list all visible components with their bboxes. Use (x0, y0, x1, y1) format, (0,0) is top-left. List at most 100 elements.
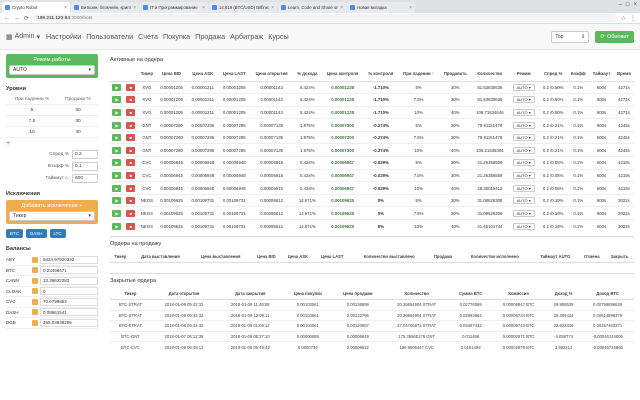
play-button[interactable]: ▶ (112, 121, 122, 129)
nav-arbitrage[interactable]: Арбитраж (230, 32, 263, 41)
stop-button[interactable]: ■ (126, 96, 136, 104)
column-header[interactable]: Цена контроля (321, 67, 364, 82)
column-header[interactable]: Цена продажи (332, 288, 384, 301)
balance-value[interactable]: 70.6798853 (40, 297, 98, 306)
play-button[interactable]: ▶ (112, 184, 122, 192)
levels-cell[interactable]: 30 (57, 104, 98, 116)
column-header[interactable]: Цена ASK (187, 67, 219, 82)
close-tab-icon[interactable]: × (202, 5, 205, 11)
window-controls[interactable]: – □ × (619, 2, 637, 8)
nav-users[interactable]: Пользователи (86, 32, 133, 41)
levels-cell[interactable]: 7.5 (6, 115, 58, 127)
mode-select[interactable]: AUTO ▾ (512, 209, 535, 217)
mode-select[interactable]: AUTO ▾ (512, 146, 535, 154)
forward-icon[interactable]: → (14, 15, 20, 21)
browser-tab[interactable]: Crypto Robot × (2, 2, 70, 13)
balance-value[interactable]: 0.23498471 (40, 266, 98, 275)
table-row[interactable]: 5 30 (6, 104, 98, 116)
add-exclusion-button[interactable]: Добавить исключение + (9, 203, 95, 209)
reload-icon[interactable]: ⟳ (24, 15, 29, 22)
admin-menu[interactable]: ▦ Admin ▾ (6, 33, 40, 41)
play-button[interactable]: ▶ (112, 83, 122, 91)
column-header[interactable] (123, 67, 138, 82)
column-header[interactable]: Продавать (439, 67, 472, 82)
timeout-input[interactable]: 600 (72, 174, 98, 183)
levels-cell[interactable]: 10 (6, 126, 58, 138)
mode-select[interactable]: AUTO ▾ (512, 121, 535, 129)
nav-rates[interactable]: Курсы (268, 32, 288, 41)
column-header[interactable]: Продажа (428, 251, 459, 264)
play-button[interactable]: ▶ (112, 146, 122, 154)
play-button[interactable]: ▶ (112, 159, 122, 167)
chip-ltc[interactable]: LTC (49, 229, 66, 238)
column-header[interactable]: Время (613, 67, 634, 82)
balance-value[interactable]: 0.08661541 (40, 308, 98, 317)
balance-value[interactable]: 9434.97920332 (40, 255, 98, 264)
mode-select[interactable]: AUTO ▾ (512, 184, 535, 192)
column-header[interactable]: Дата открытия (150, 288, 218, 301)
column-header[interactable]: Количество (383, 288, 450, 301)
column-header[interactable]: Тикер (110, 288, 151, 301)
mode-select[interactable]: AUTO ▾ (512, 222, 535, 230)
mode-select[interactable]: AUTO ▾ (512, 108, 535, 116)
column-header[interactable]: Сумма BTC (449, 288, 492, 301)
column-header[interactable]: Тикер (137, 67, 156, 82)
close-window-icon[interactable]: × (633, 2, 637, 8)
table-row[interactable]: 7.5 30 (6, 115, 98, 127)
play-button[interactable]: ▶ (112, 134, 122, 142)
column-header[interactable]: Коэфф (567, 67, 590, 82)
column-header[interactable]: Таймаут AUTO (531, 251, 579, 264)
bookmark-star-icon[interactable]: ☆ (621, 15, 626, 22)
stop-button[interactable]: ■ (126, 184, 136, 192)
stop-button[interactable]: ■ (126, 171, 136, 179)
column-header[interactable]: Закрыть (604, 251, 634, 264)
play-button[interactable]: ▶ (112, 96, 122, 104)
balance-value[interactable]: 33.36632283 (40, 276, 98, 285)
stop-button[interactable]: ■ (126, 146, 136, 154)
close-tab-icon[interactable]: × (409, 5, 412, 11)
close-tab-icon[interactable]: × (340, 5, 343, 11)
stop-button[interactable]: ■ (126, 222, 136, 230)
stop-button[interactable]: ■ (126, 197, 136, 205)
column-header[interactable]: Комиссия (491, 288, 546, 301)
column-header[interactable]: Цена ASK (281, 251, 315, 264)
column-header[interactable]: Количество выставлено (350, 251, 429, 264)
nav-buy[interactable]: Покупка (163, 32, 190, 41)
column-header[interactable]: Доход BTC (581, 288, 634, 301)
column-header[interactable]: Количество (471, 67, 509, 82)
url-field[interactable]: 198.211.123.84:3000/bots (33, 14, 617, 22)
stop-button[interactable]: ■ (126, 159, 136, 167)
column-header[interactable]: Цена открытия (250, 67, 294, 82)
column-header[interactable]: Отмена (578, 251, 605, 264)
chip-dash[interactable]: DASH (26, 229, 47, 238)
minimize-icon[interactable]: – (619, 2, 622, 8)
browser-tab[interactable]: 14,819 (BTC/USD) Bitfinex - Go...× (209, 2, 277, 13)
menu-dots-icon[interactable]: ⋮ (630, 15, 636, 22)
stop-button[interactable]: ■ (126, 121, 136, 129)
nav-sell[interactable]: Продажа (195, 32, 225, 41)
mode-select[interactable]: AUTO ▾ (9, 65, 95, 75)
column-header[interactable]: Цена LAST (218, 67, 251, 82)
column-header[interactable]: Таймаут (589, 67, 614, 82)
sort-select[interactable]: Top ⇕ (551, 30, 590, 43)
close-tab-icon[interactable]: × (64, 5, 67, 11)
nav-settings[interactable]: Настройки (46, 32, 81, 41)
mode-select[interactable]: AUTO ▾ (512, 197, 535, 205)
mode-select[interactable]: AUTO ▾ (512, 83, 535, 91)
mode-select[interactable]: AUTO ▾ (512, 134, 535, 142)
maximize-icon[interactable]: □ (626, 2, 630, 8)
column-header[interactable]: Спред % (538, 67, 568, 82)
back-icon[interactable]: ← (4, 15, 10, 21)
column-header[interactable]: % дохода (293, 67, 322, 82)
balance-value[interactable]: 265.03838286 (40, 318, 98, 327)
play-button[interactable]: ▶ (112, 108, 122, 116)
column-header[interactable]: % контроля (363, 67, 398, 82)
levels-cell[interactable]: 30 (57, 115, 98, 127)
browser-tab[interactable]: Learn, Code and Share on Tu...× (278, 2, 346, 13)
nav-accounts[interactable]: Счета (138, 32, 158, 41)
mode-select[interactable]: AUTO ▾ (512, 96, 535, 104)
browser-tab[interactable]: Биткоин, блокчейн, крипто...× (71, 2, 139, 13)
column-header[interactable] (110, 67, 124, 82)
close-tab-icon[interactable]: × (271, 5, 274, 11)
column-header[interactable]: Режим (508, 67, 539, 82)
